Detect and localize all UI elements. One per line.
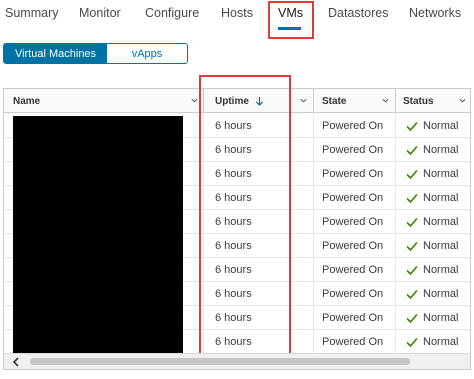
status-cell: Normal (406, 138, 458, 162)
status-label: Normal (423, 192, 459, 204)
tab-summary[interactable]: Summary (5, 6, 58, 20)
check-icon (406, 217, 418, 227)
check-icon (406, 241, 418, 251)
status-label: Normal (423, 120, 459, 132)
column-header-status[interactable]: Status (403, 89, 434, 113)
check-icon (406, 121, 418, 131)
status-cell: Normal (406, 162, 458, 186)
chevron-left-icon (12, 356, 19, 367)
view-toggle: Virtual Machines vApps (3, 43, 188, 64)
status-cell: Normal (406, 234, 458, 258)
status-label: Normal (423, 240, 459, 252)
state-cell: Powered On (322, 120, 384, 132)
uptime-column-highlight-box (199, 75, 291, 356)
state-cell: Powered On (322, 288, 384, 300)
state-cell: Powered On (322, 216, 384, 228)
status-cell: Normal (406, 330, 458, 354)
redacted-vm-names (13, 116, 183, 356)
chevron-down-icon[interactable] (459, 97, 466, 104)
check-icon (406, 265, 418, 275)
status-label: Normal (423, 168, 459, 180)
scrollbar-thumb[interactable] (30, 358, 410, 365)
status-label: Normal (423, 336, 459, 348)
check-icon (406, 145, 418, 155)
state-cell: Powered On (322, 168, 384, 180)
scroll-left-button[interactable] (6, 354, 26, 369)
tab-configure[interactable]: Configure (145, 6, 199, 20)
chevron-down-icon[interactable] (300, 97, 307, 104)
horizontal-scrollbar[interactable] (4, 353, 470, 369)
tab-datastores[interactable]: Datastores (328, 6, 388, 20)
column-header-state[interactable]: State (322, 89, 346, 113)
status-label: Normal (423, 312, 459, 324)
status-label: Normal (423, 144, 459, 156)
status-cell: Normal (406, 258, 458, 282)
check-icon (406, 289, 418, 299)
status-label: Normal (423, 288, 459, 300)
status-cell: Normal (406, 282, 458, 306)
tab-networks[interactable]: Networks (409, 6, 461, 20)
check-icon (406, 313, 418, 323)
status-label: Normal (423, 216, 459, 228)
tab-hosts[interactable]: Hosts (221, 6, 253, 20)
column-header-name[interactable]: Name (13, 89, 40, 113)
state-cell: Powered On (322, 240, 384, 252)
chevron-down-icon[interactable] (191, 97, 198, 104)
tab-monitor[interactable]: Monitor (79, 6, 121, 20)
check-icon (406, 337, 418, 347)
status-cell: Normal (406, 210, 458, 234)
state-cell: Powered On (322, 192, 384, 204)
check-icon (406, 193, 418, 203)
status-label: Normal (423, 264, 459, 276)
vms-tab-highlight-box (268, 1, 314, 39)
state-cell: Powered On (322, 264, 384, 276)
check-icon (406, 169, 418, 179)
state-cell: Powered On (322, 336, 384, 348)
chevron-down-icon[interactable] (382, 97, 389, 104)
vapps-toggle[interactable]: vApps (107, 44, 187, 63)
status-cell: Normal (406, 306, 458, 330)
tab-bar: Summary Monitor Configure Hosts VMs Data… (0, 0, 474, 34)
state-cell: Powered On (322, 144, 384, 156)
status-cell: Normal (406, 186, 458, 210)
virtual-machines-toggle[interactable]: Virtual Machines (4, 44, 107, 63)
status-cell: Normal (406, 114, 458, 138)
state-cell: Powered On (322, 312, 384, 324)
